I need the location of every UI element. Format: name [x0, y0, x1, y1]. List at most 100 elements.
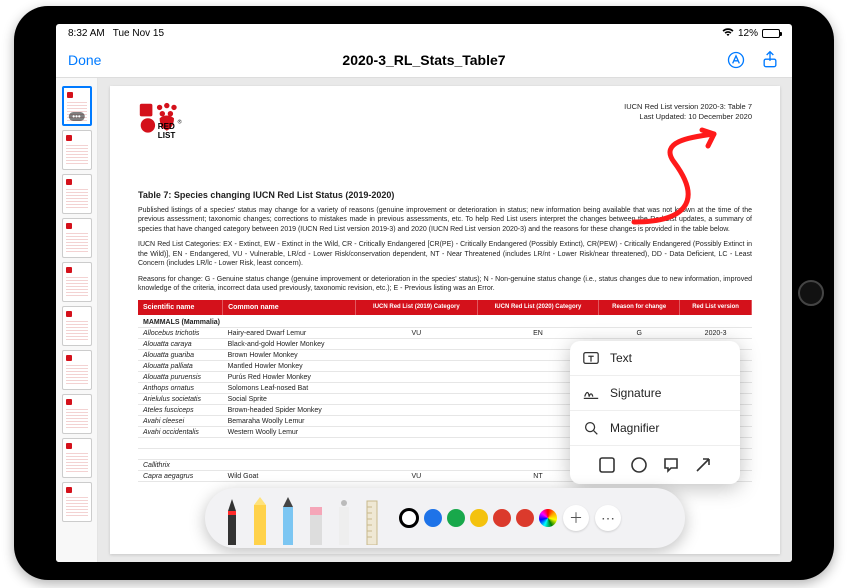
- table-cell: [356, 460, 478, 471]
- color-swatch[interactable]: [447, 509, 465, 527]
- page-thumbnail[interactable]: •••: [62, 86, 92, 126]
- menu-signature-label: Signature: [610, 386, 661, 400]
- table-cell: Allocebus trichotis: [138, 328, 223, 339]
- markup-icon[interactable]: [726, 50, 746, 70]
- ipad-frame: 8:32 AM Tue Nov 15 • • • 12% Done 2020-3…: [14, 6, 834, 580]
- table-cell: [138, 449, 223, 460]
- table-cell: Mantled Howler Monkey: [223, 361, 356, 372]
- table-cell: [356, 383, 478, 394]
- table-cell: [356, 394, 478, 405]
- meta-version: IUCN Red List version 2020-3: Table 7: [624, 102, 752, 112]
- table-cell: Black-and-gold Howler Monkey: [223, 339, 356, 350]
- add-button[interactable]: ＋: [563, 505, 589, 531]
- table-cell: [356, 449, 478, 460]
- battery-text: 12%: [738, 28, 758, 39]
- table-cell: Alouatta puruensis: [138, 372, 223, 383]
- menu-text[interactable]: Text: [570, 341, 740, 376]
- magnifier-icon: [582, 419, 600, 437]
- screen: 8:32 AM Tue Nov 15 • • • 12% Done 2020-3…: [56, 24, 792, 562]
- menu-signature[interactable]: Signature: [570, 376, 740, 411]
- table-header: Scientific name: [138, 300, 223, 315]
- table-cell: Wild Goat: [223, 471, 356, 482]
- table-heading: Table 7: Species changing IUCN Red List …: [138, 190, 752, 200]
- table-group: MAMMALS (Mammalia): [138, 315, 752, 328]
- table-cell: [223, 449, 356, 460]
- table-cell: Anthops ornatus: [138, 383, 223, 394]
- table-cell: Alouatta guariba: [138, 350, 223, 361]
- table-header: IUCN Red List (2019) Category: [356, 300, 478, 315]
- table-header: Red List version: [680, 300, 752, 315]
- home-button[interactable]: [798, 280, 824, 306]
- pencil-tool[interactable]: [277, 491, 299, 545]
- thumbnail-rail[interactable]: •••: [56, 78, 98, 562]
- shape-circle[interactable]: [630, 456, 648, 474]
- status-date: Tue Nov 15: [113, 28, 164, 39]
- add-menu-popup: Text Signature Magnifier: [570, 341, 740, 484]
- page-thumbnail[interactable]: [62, 482, 92, 522]
- table-header: Common name: [223, 300, 356, 315]
- reasons-paragraph: Reasons for change: G - Genuine status c…: [138, 275, 752, 294]
- table-header: IUCN Red List (2020) Category: [477, 300, 599, 315]
- shape-arrow[interactable]: [694, 456, 712, 474]
- table-cell: Capra aegagrus: [138, 471, 223, 482]
- page-thumbnail[interactable]: [62, 438, 92, 478]
- menu-text-label: Text: [610, 351, 632, 365]
- table-cell: [356, 427, 478, 438]
- wifi-icon: [722, 27, 734, 40]
- highlighter-tool[interactable]: [249, 491, 271, 545]
- page-thumbnail[interactable]: [62, 306, 92, 346]
- menu-magnifier[interactable]: Magnifier: [570, 411, 740, 446]
- text-icon: [582, 349, 600, 367]
- page-content: RED LIST ® IUCN Red List version 2020-3:…: [110, 86, 780, 554]
- table-cell: Purús Red Howler Monkey: [223, 372, 356, 383]
- page-thumbnail[interactable]: [62, 394, 92, 434]
- table-cell: [356, 438, 478, 449]
- page-thumbnail[interactable]: [62, 218, 92, 258]
- table-cell: VU: [356, 328, 478, 339]
- intro-paragraph: Published listings of a species' status …: [138, 206, 752, 234]
- page-indicator-dots: • • •: [413, 24, 436, 25]
- lasso-tool[interactable]: [333, 491, 355, 545]
- page-thumbnail[interactable]: [62, 174, 92, 214]
- nav-bar: Done 2020-3_RL_Stats_Table7: [56, 42, 792, 78]
- document-meta: IUCN Red List version 2020-3: Table 7 La…: [624, 102, 752, 122]
- table-header: Reason for change: [599, 300, 680, 315]
- table-cell: G: [599, 328, 680, 339]
- done-button[interactable]: Done: [68, 52, 101, 68]
- svg-text:RED: RED: [158, 122, 175, 131]
- ruler-tool[interactable]: [361, 491, 383, 545]
- eraser-tool[interactable]: [305, 491, 327, 545]
- table-cell: [356, 361, 478, 372]
- table-cell: [356, 405, 478, 416]
- table-cell: Solomons Leaf-nosed Bat: [223, 383, 356, 394]
- table-cell: [223, 438, 356, 449]
- table-cell: Bemaraha Woolly Lemur: [223, 416, 356, 427]
- color-swatch[interactable]: [493, 509, 511, 527]
- pen-tool[interactable]: [221, 491, 243, 545]
- page-thumbnail[interactable]: [62, 130, 92, 170]
- page-thumbnail[interactable]: [62, 350, 92, 390]
- share-icon[interactable]: [760, 50, 780, 70]
- table-row: Allocebus trichotisHairy-eared Dwarf Lem…: [138, 328, 752, 339]
- red-list-logo: RED LIST ®: [138, 102, 192, 158]
- table-cell: Arielulus societatis: [138, 394, 223, 405]
- table-cell: Alouatta palliata: [138, 361, 223, 372]
- color-selected[interactable]: [399, 508, 419, 528]
- color-palette: [399, 508, 557, 528]
- more-button[interactable]: ⋯: [595, 505, 621, 531]
- color-picker[interactable]: [539, 509, 557, 527]
- table-cell: [356, 339, 478, 350]
- table-cell: Ateles fusciceps: [138, 405, 223, 416]
- shape-speech[interactable]: [662, 456, 680, 474]
- table-cell: [356, 416, 478, 427]
- table-cell: EN: [477, 328, 599, 339]
- table-cell: Alouatta caraya: [138, 339, 223, 350]
- page-thumbnail[interactable]: [62, 262, 92, 302]
- shape-square[interactable]: [598, 456, 616, 474]
- battery-icon: [762, 29, 780, 38]
- color-swatch[interactable]: [516, 509, 534, 527]
- color-swatch[interactable]: [424, 509, 442, 527]
- table-cell: Avahi cleesei: [138, 416, 223, 427]
- document-viewport[interactable]: RED LIST ® IUCN Red List version 2020-3:…: [98, 78, 792, 562]
- color-swatch[interactable]: [470, 509, 488, 527]
